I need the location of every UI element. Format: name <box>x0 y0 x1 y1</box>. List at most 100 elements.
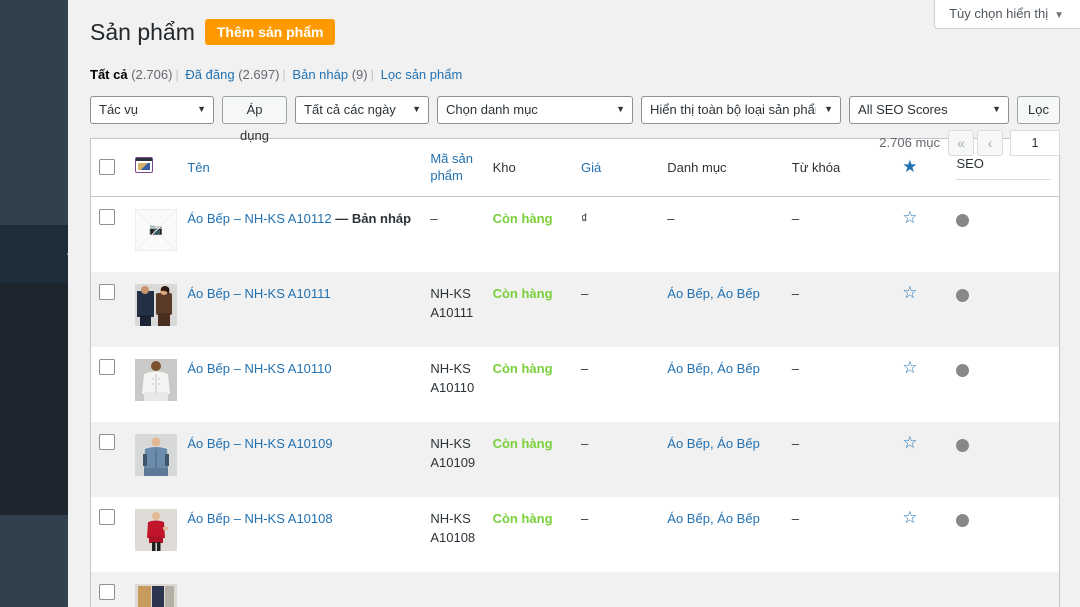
seo-score-dot[interactable] <box>956 438 970 452</box>
row-seo-cell <box>948 347 1059 422</box>
row-price-cell: – <box>580 285 589 301</box>
product-category-link[interactable]: Áo Bếp, Áo Bếp <box>667 361 760 376</box>
status-filter-draft-link[interactable]: Bản nháp <box>292 67 348 82</box>
product-thumbnail <box>135 433 178 476</box>
add-product-button[interactable]: Thêm sản phẩm <box>204 19 336 46</box>
admin-sidebar <box>0 0 76 607</box>
row-name-cell: Áo Bếp – NH-KS A10111 <box>179 272 422 347</box>
status-filter-published-count: (2.697) <box>238 66 280 82</box>
row-tags-cell <box>784 572 894 607</box>
row-tags-cell: – <box>791 285 800 301</box>
select-all-checkbox[interactable] <box>99 159 115 176</box>
bulk-action-select-wrap: Tác vụ ▼ <box>90 95 214 124</box>
product-title-link[interactable]: Áo Bếp – NH-KS A10110 <box>187 361 331 376</box>
bulk-action-select[interactable]: Tác vụ <box>90 95 214 124</box>
seo-score-dot[interactable] <box>956 513 970 527</box>
product-title-link[interactable]: Áo Bếp – NH-KS A10111 <box>187 286 330 301</box>
page-content: Sản phẩm Thêm sản phẩm Tất cả (2.706) | Đ… <box>68 0 1080 607</box>
seo-score-filter-select-wrap: All SEO Scores ▼ <box>849 95 1010 124</box>
row-name-cell: Áo Bếp – NH-KS A10109 <box>179 422 422 497</box>
seo-score-dot[interactable] <box>956 288 970 302</box>
row-thumbnail-cell <box>127 422 179 497</box>
name-header-link[interactable]: Tên <box>187 160 209 175</box>
product-category-link[interactable]: Áo Bếp, Áo Bếp <box>667 286 760 301</box>
row-checkbox[interactable] <box>99 583 115 600</box>
row-thumbnail-cell <box>127 347 179 422</box>
sidebar-submenu-group[interactable] <box>0 283 68 515</box>
thumbnail-image-couple-navy-brown <box>135 283 178 326</box>
current-page-input[interactable]: 1 <box>1010 129 1060 156</box>
stock-header: Kho <box>484 138 573 197</box>
product-title-link[interactable]: Áo Bếp – NH-KS A10109 <box>187 436 332 451</box>
status-filter-draft[interactable]: Bản nháp (9) | <box>292 67 377 82</box>
status-filter-all-count: (2.706) <box>131 66 173 82</box>
star-outline-icon[interactable]: ☆ <box>902 208 917 227</box>
seo-score-dot[interactable] <box>956 213 970 227</box>
screen-options-label: Tùy chọn hiển thị <box>949 6 1049 21</box>
row-stock-cell: Còn hàng <box>485 422 573 497</box>
row-seo-cell <box>948 272 1059 347</box>
first-page-button[interactable]: « <box>948 129 974 156</box>
row-category-cell: Áo Bếp, Áo Bếp <box>659 272 784 347</box>
table-row[interactable]: Áo Bếp – NH-KS A10110 NH-KS A10110 Còn h… <box>91 346 1059 422</box>
seo-header-rule <box>956 178 1051 180</box>
sidebar-menu-group-bottom[interactable] <box>0 515 68 607</box>
screen-options-toggle[interactable]: Tùy chọn hiển thị ▼ <box>934 0 1080 29</box>
row-checkbox[interactable] <box>99 508 115 525</box>
row-sku-cell: NH-KS A10110 <box>430 360 475 396</box>
seo-score-filter-select[interactable]: All SEO Scores <box>849 95 1010 124</box>
status-filter-all[interactable]: Tất cả (2.706) | <box>90 67 182 82</box>
status-filter-published[interactable]: Đã đăng (2.697) | <box>185 67 288 82</box>
row-featured-cell <box>894 572 948 607</box>
tablenav-actions: Tác vụ ▼ Áp dụng Tất cả các ngày ▼ Chọn <box>90 95 1060 143</box>
status-filter-sorting-link[interactable]: Lọc sản phẩm <box>381 67 463 82</box>
price-header-link[interactable]: Giá <box>581 160 601 175</box>
row-thumbnail-cell <box>127 497 179 572</box>
table-row[interactable]: Áo Bếp – NH-KS A10109 NH-KS A10109 Còn h… <box>91 421 1059 497</box>
row-seo-cell <box>948 572 1059 607</box>
row-stock-cell: Còn hàng <box>485 272 573 347</box>
row-checkbox[interactable] <box>99 208 115 225</box>
prev-page-button[interactable]: ‹ <box>977 129 1003 156</box>
row-price-cell: ₫ <box>580 210 588 226</box>
page-body: Tùy chọn hiển thị ▼ Sản phẩm Thêm sản phẩ… <box>68 0 1080 607</box>
table-row[interactable]: Áo Bếp – NH-KS A10108 NH-KS A10108 Còn h… <box>91 496 1059 572</box>
row-checkbox[interactable] <box>99 358 115 375</box>
star-outline-icon[interactable]: ☆ <box>902 433 917 452</box>
status-filter-links: Tất cả (2.706) | Đã đăng (2.697) | Bản nhá… <box>90 62 1060 88</box>
row-thumbnail-cell <box>127 572 179 607</box>
table-row[interactable] <box>91 571 1059 607</box>
status-filter-all-link[interactable]: Tất cả <box>90 67 128 82</box>
row-sku-cell: NH-KS A10109 <box>430 435 476 471</box>
date-filter-select[interactable]: Tất cả các ngày <box>295 95 430 124</box>
product-title-link[interactable]: Áo Bếp – NH-KS A10112 <box>187 211 331 226</box>
product-title-link[interactable]: Áo Bếp – NH-KS A10108 <box>187 511 332 526</box>
row-sku-cell: NH-KS A10111 <box>430 285 474 321</box>
row-category-cell: Áo Bếp, Áo Bếp <box>659 497 784 572</box>
star-outline-icon[interactable]: ☆ <box>902 283 917 302</box>
category-filter-select[interactable]: Chọn danh mục <box>437 95 634 124</box>
table-row[interactable]: 📷 Áo Bếp – NH-KS A10112 — Bản nháp – Còn… <box>91 196 1059 272</box>
row-checkbox[interactable] <box>99 433 115 450</box>
product-category-link[interactable]: Áo Bếp, Áo Bếp <box>667 436 760 451</box>
sidebar-item-products-current[interactable] <box>0 225 76 283</box>
tags-header: Từ khóa <box>783 138 895 197</box>
star-outline-icon[interactable]: ☆ <box>902 358 917 377</box>
apply-button[interactable]: Áp dụng <box>222 95 288 143</box>
product-category-link[interactable]: Áo Bếp, Áo Bếp <box>667 511 760 526</box>
status-filter-published-link[interactable]: Đã đăng <box>185 67 234 82</box>
product-thumbnail <box>135 583 178 607</box>
row-stock-cell: Còn hàng <box>485 347 573 422</box>
sidebar-menu-group-top[interactable] <box>0 0 68 225</box>
seo-score-dot[interactable] <box>956 363 970 377</box>
row-tags-cell: – <box>791 510 800 526</box>
row-select-cell <box>91 347 127 422</box>
star-outline-icon[interactable]: ☆ <box>902 508 917 527</box>
filter-button[interactable]: Lọc <box>1017 95 1060 124</box>
row-checkbox[interactable] <box>99 283 115 300</box>
table-row[interactable]: Áo Bếp – NH-KS A10111 NH-KS A10111 Còn h… <box>91 271 1059 347</box>
product-type-filter-select[interactable]: Hiển thị toàn bộ loại sản phẩm <box>641 95 842 124</box>
row-name-cell: Áo Bếp – NH-KS A10108 <box>179 497 422 572</box>
sku-header-link[interactable]: Mã sản phẩm <box>430 151 473 184</box>
status-filter-sorting[interactable]: Lọc sản phẩm <box>381 67 463 82</box>
